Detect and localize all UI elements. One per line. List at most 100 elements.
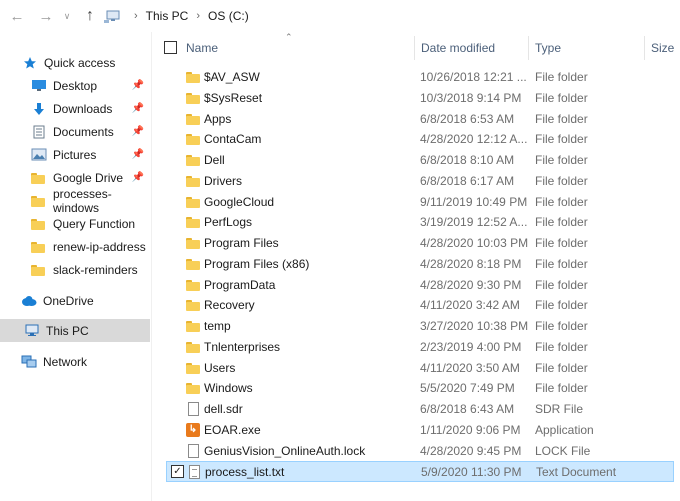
file-name: Dell bbox=[204, 153, 225, 167]
file-type: Text Document bbox=[536, 465, 617, 479]
folder-icon bbox=[186, 257, 200, 271]
file-date-modified: 4/28/2020 12:12 A... bbox=[420, 132, 528, 146]
select-all-checkbox[interactable] bbox=[164, 41, 177, 54]
nav-item-onedrive[interactable]: OneDrive bbox=[0, 289, 150, 312]
nav-item-network[interactable]: Network bbox=[0, 350, 150, 373]
nav-item-downloads[interactable]: Downloads 📌 bbox=[0, 97, 150, 120]
file-date-modified: 6/8/2018 6:43 AM bbox=[420, 402, 515, 416]
file-row[interactable]: Tnlenterprises 2/23/2019 4:00 PM File fold… bbox=[166, 337, 674, 358]
file-row[interactable]: $SysReset 10/3/2018 9:14 PM File folder bbox=[166, 88, 674, 109]
file-name: $AV_ASW bbox=[204, 70, 260, 84]
cloud-icon bbox=[21, 294, 37, 308]
nav-item-label: Google Drive bbox=[53, 170, 124, 185]
nav-item-label: Network bbox=[43, 354, 88, 369]
folder-icon bbox=[186, 215, 200, 229]
file-row[interactable]: GoogleCloud 9/11/2019 10:49 PM File folder bbox=[166, 192, 674, 213]
nav-item-processes-windows[interactable]: processes-windows bbox=[0, 187, 150, 215]
pin-icon[interactable]: 📌 bbox=[132, 172, 144, 183]
pin-icon[interactable]: 📌 bbox=[132, 126, 144, 137]
file-type: File folder bbox=[535, 112, 588, 126]
folder-icon bbox=[186, 298, 200, 312]
breadcrumb-os-c[interactable]: OS (C:) bbox=[208, 9, 249, 23]
this-pc-icon bbox=[104, 9, 122, 23]
file-date-modified: 4/28/2020 9:30 PM bbox=[420, 278, 522, 292]
file-row[interactable]: Recovery 4/11/2020 3:42 AM File folder bbox=[166, 295, 674, 316]
column-separator[interactable] bbox=[528, 36, 529, 60]
file-row[interactable]: ProgramData 4/28/2020 9:30 PM File folder bbox=[166, 275, 674, 296]
folder-icon bbox=[31, 240, 47, 254]
file-date-modified: 9/11/2019 10:49 PM bbox=[420, 195, 528, 209]
file-row[interactable]: GeniusVision_OnlineAuth.lock 4/28/2020 9:… bbox=[166, 441, 674, 462]
recent-locations-chevron-icon[interactable]: ∨ bbox=[60, 6, 74, 26]
file-icon bbox=[186, 444, 200, 458]
nav-item-desktop[interactable]: Desktop 📌 bbox=[0, 74, 150, 97]
folder-icon bbox=[186, 174, 200, 188]
pin-icon[interactable]: 📌 bbox=[132, 103, 144, 114]
file-type: File folder bbox=[535, 132, 588, 146]
pin-icon[interactable]: 📌 bbox=[132, 149, 144, 160]
file-type: File folder bbox=[535, 361, 588, 375]
file-date-modified: 4/28/2020 10:03 PM bbox=[420, 236, 529, 250]
file-row[interactable]: ✓ process_list.txt 5/9/2020 11:30 PM Text D… bbox=[166, 461, 674, 482]
file-row[interactable]: $AV_ASW 10/26/2018 12:21 ... File folder bbox=[166, 67, 674, 88]
file-row[interactable]: Dell 6/8/2018 8:10 AM File folder bbox=[166, 150, 674, 171]
file-name: $SysReset bbox=[204, 91, 263, 105]
nav-item-label: This PC bbox=[46, 323, 89, 338]
nav-quick-access[interactable]: Quick access bbox=[0, 51, 150, 74]
folder-icon bbox=[186, 278, 200, 292]
column-separator[interactable] bbox=[414, 36, 415, 60]
file-name: Users bbox=[204, 361, 236, 375]
nav-item-label: OneDrive bbox=[43, 293, 94, 308]
column-separator[interactable] bbox=[644, 36, 645, 60]
breadcrumb-this-pc[interactable]: This PC bbox=[146, 9, 189, 23]
column-header-date-modified[interactable]: Date modified bbox=[421, 41, 495, 55]
file-row[interactable]: temp 3/27/2020 10:38 PM File folder bbox=[166, 316, 674, 337]
file-name: Tnlenterprises bbox=[204, 340, 281, 354]
nav-item-slack-reminders[interactable]: slack-reminders bbox=[0, 258, 150, 281]
file-row[interactable]: Users 4/11/2020 3:50 AM File folder bbox=[166, 358, 674, 379]
up-arrow-icon[interactable]: ↑ bbox=[80, 6, 100, 26]
nav-item-this-pc[interactable]: This PC bbox=[0, 319, 150, 342]
file-row[interactable]: Windows 5/5/2020 7:49 PM File folder bbox=[166, 378, 674, 399]
row-checkbox[interactable]: ✓ bbox=[171, 465, 184, 478]
nav-item-label: slack-reminders bbox=[53, 262, 138, 277]
file-type: File folder bbox=[535, 91, 588, 105]
nav-item-pictures[interactable]: Pictures 📌 bbox=[0, 143, 150, 166]
file-date-modified: 6/8/2018 6:17 AM bbox=[420, 174, 515, 188]
pane-divider[interactable] bbox=[151, 32, 152, 501]
file-row[interactable]: ContaCam 4/28/2020 12:12 A... File folder bbox=[166, 129, 674, 150]
file-date-modified: 5/5/2020 7:49 PM bbox=[420, 381, 515, 395]
breadcrumb[interactable]: › This PC › OS (C:) bbox=[104, 0, 249, 32]
nav-item-renew-ip-address[interactable]: renew-ip-address bbox=[0, 235, 150, 258]
column-header-size[interactable]: Size bbox=[651, 41, 674, 55]
file-row[interactable]: Apps 6/8/2018 6:53 AM File folder bbox=[166, 109, 674, 130]
file-date-modified: 6/8/2018 6:53 AM bbox=[420, 112, 515, 126]
file-row[interactable]: ↳ EOAR.exe 1/11/2020 9:06 PM Application bbox=[166, 420, 674, 441]
folder-icon bbox=[186, 319, 200, 333]
file-row[interactable]: Program Files 4/28/2020 10:03 PM File fold… bbox=[166, 233, 674, 254]
back-arrow-icon[interactable]: ← bbox=[7, 6, 27, 26]
folder-icon bbox=[186, 112, 200, 126]
column-header-type[interactable]: Type bbox=[535, 41, 561, 55]
file-type: File folder bbox=[535, 340, 588, 354]
nav-item-query-function[interactable]: Query Function bbox=[0, 212, 150, 235]
file-row[interactable]: Drivers 6/8/2018 6:17 AM File folder bbox=[166, 171, 674, 192]
file-date-modified: 3/27/2020 10:38 PM bbox=[420, 319, 529, 333]
file-name: PerfLogs bbox=[204, 215, 253, 229]
pin-icon[interactable]: 📌 bbox=[132, 80, 144, 91]
navigation-pane: Quick access Desktop 📌 Downloads 📌 Docum… bbox=[0, 32, 150, 501]
column-header-name[interactable]: Name bbox=[186, 41, 218, 55]
nav-item-documents[interactable]: Documents 📌 bbox=[0, 120, 150, 143]
folder-icon bbox=[31, 217, 47, 231]
file-name: GoogleCloud bbox=[204, 195, 275, 209]
file-type: File folder bbox=[535, 153, 588, 167]
file-row[interactable]: Program Files (x86) 4/28/2020 8:18 PM File… bbox=[166, 254, 674, 275]
network-icon bbox=[21, 355, 37, 369]
file-date-modified: 5/9/2020 11:30 PM bbox=[421, 465, 522, 479]
forward-arrow-icon[interactable]: → bbox=[36, 6, 56, 26]
file-type: File folder bbox=[535, 298, 588, 312]
file-row[interactable]: dell.sdr 6/8/2018 6:43 AM SDR File bbox=[166, 399, 674, 420]
pictures-icon bbox=[31, 148, 47, 162]
file-name: temp bbox=[204, 319, 231, 333]
file-row[interactable]: PerfLogs 3/19/2019 12:52 A... File folder bbox=[166, 212, 674, 233]
